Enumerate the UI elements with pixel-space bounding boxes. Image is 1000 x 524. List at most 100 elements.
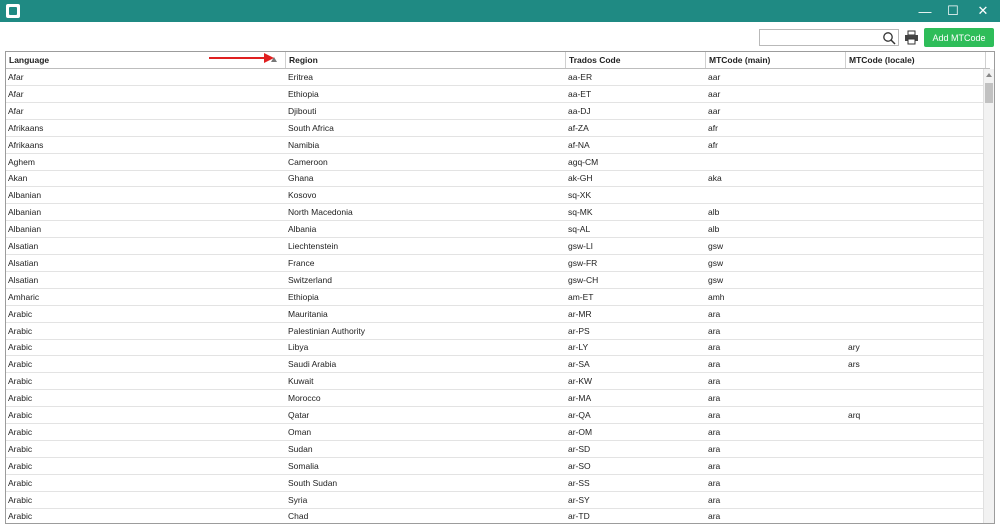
cell-language: Aghem — [8, 156, 35, 167]
cell-mtcode-locale — [846, 221, 848, 237]
table-row[interactable]: Alsatian Liechtenstein gsw-LI gsw — [6, 238, 986, 255]
cell-mtcode-locale — [846, 255, 848, 271]
cell-region: Somalia — [288, 460, 319, 471]
cell-language: Afar — [8, 72, 24, 82]
cell-mtcode-locale — [846, 69, 848, 85]
column-header-mtcode-locale[interactable]: MTCode (locale) — [846, 52, 986, 68]
cell-trados-code: gsw-CH — [568, 274, 599, 285]
table-row[interactable]: Albanian North Macedonia sq-MK alb — [6, 204, 986, 222]
cell-mtcode-locale — [846, 154, 848, 170]
table-row[interactable]: Afar Ethiopia aa-ET aar — [6, 86, 986, 103]
table-row[interactable]: Amharic Ethiopia am-ET amh — [6, 289, 986, 306]
table-row[interactable]: Arabic South Sudan ar-SS ara — [6, 475, 986, 492]
cell-language: Albanian — [8, 190, 42, 201]
cell-language: Afar — [8, 105, 24, 116]
cell-region: Cameroon — [288, 156, 328, 167]
table-row[interactable]: Arabic Sudan ar-SD ara — [6, 441, 986, 458]
cell-language: Arabic — [8, 494, 33, 505]
table-row[interactable]: Aghem Cameroon agq-CM — [6, 154, 986, 171]
cell-mtcode-locale — [846, 306, 848, 322]
cell-language: Arabic — [8, 342, 33, 353]
cell-language: Arabic — [8, 393, 33, 404]
column-header-trados-code[interactable]: Trados Code — [566, 52, 706, 68]
cell-language: Alsatian — [8, 257, 39, 268]
table-row[interactable]: Afar Eritrea aa-ER aar — [6, 69, 986, 86]
cell-mtcode-locale — [846, 441, 848, 457]
cell-region: Mauritania — [288, 308, 328, 319]
table-row[interactable]: Arabic Syria ar-SY ara — [6, 492, 986, 509]
cell-region: Qatar — [288, 410, 310, 420]
cell-region: Morocco — [288, 393, 321, 404]
cell-language: Akan — [8, 173, 28, 184]
cell-region: Oman — [288, 426, 312, 437]
cell-region: South Africa — [288, 122, 334, 133]
search-icon[interactable] — [882, 31, 896, 45]
cell-trados-code: ar-KW — [568, 376, 593, 387]
cell-mtcode-main — [706, 154, 708, 170]
cell-region: Ethiopia — [288, 88, 319, 99]
table-row[interactable]: Alsatian France gsw-FR gsw — [6, 255, 986, 272]
table-row[interactable]: Albanian Kosovo sq-XK — [6, 187, 986, 205]
toolbar: Add MTCode — [0, 22, 1000, 50]
maximize-button[interactable]: ☐ — [938, 0, 968, 22]
search-input[interactable] — [759, 29, 899, 46]
table-row[interactable]: Arabic Mauritania ar-MR ara — [6, 306, 986, 323]
cell-mtcode-locale — [846, 137, 848, 153]
cell-region: Libya — [288, 342, 309, 353]
cell-mtcode-main: ara — [708, 393, 721, 404]
cell-language: Arabic — [8, 443, 33, 454]
grid-header: Language Region Trados Code MTCode (main… — [6, 52, 990, 69]
column-header-mtcode-main[interactable]: MTCode (main) — [706, 52, 846, 68]
cell-region: Syria — [288, 494, 308, 505]
cell-language: Amharic — [8, 291, 40, 302]
cell-trados-code: sq-XK — [568, 190, 592, 201]
cell-region: Albania — [288, 224, 317, 235]
cell-language: Afar — [8, 88, 24, 99]
cell-trados-code: aa-ET — [568, 88, 592, 99]
cell-language: Arabic — [8, 477, 33, 488]
cell-mtcode-main: ara — [708, 325, 721, 336]
cell-mtcode-main: ara — [708, 342, 721, 353]
minimize-button[interactable]: — — [910, 0, 940, 22]
cell-mtcode-locale — [846, 289, 848, 305]
scroll-thumb[interactable] — [985, 83, 993, 103]
table-row[interactable]: Arabic Libya ar-LY ara ary — [6, 339, 986, 357]
table-row[interactable]: Arabic Chad ar-TD ara — [6, 508, 986, 523]
cell-mtcode-locale — [846, 508, 848, 523]
table-row[interactable]: Arabic Kuwait ar-KW ara — [6, 373, 986, 391]
cell-language: Alsatian — [8, 274, 39, 285]
table-row[interactable]: Afrikaans South Africa af-ZA afr — [6, 120, 986, 137]
table-row[interactable]: Alsatian Switzerland gsw-CH gsw — [6, 272, 986, 289]
app-icon — [6, 4, 20, 18]
table-row[interactable]: Albanian Albania sq-AL alb — [6, 221, 986, 239]
cell-trados-code: ar-OM — [568, 426, 593, 437]
close-button[interactable]: ✕ — [968, 0, 998, 22]
cell-mtcode-locale — [846, 272, 848, 288]
table-row[interactable]: Arabic Qatar ar-QA ara arq — [6, 407, 986, 424]
cell-language: Albanian — [8, 224, 42, 235]
table-row[interactable]: Akan Ghana ak-GH aka — [6, 170, 986, 188]
table-row[interactable]: Arabic Saudi Arabia ar-SA ara ars — [6, 356, 986, 374]
add-mtcode-button[interactable]: Add MTCode — [924, 28, 994, 47]
cell-mtcode-main: ara — [708, 511, 721, 522]
cell-mtcode-main: ara — [708, 443, 721, 454]
print-icon[interactable] — [904, 30, 919, 45]
table-row[interactable]: Arabic Somalia ar-SO ara — [6, 458, 986, 475]
table-row[interactable]: Arabic Oman ar-OM ara — [6, 424, 986, 441]
table-row[interactable]: Afar Djibouti aa-DJ aar — [6, 103, 986, 120]
column-header-region[interactable]: Region — [286, 52, 566, 68]
cell-trados-code: aa-DJ — [568, 105, 591, 116]
cell-language: Afrikaans — [8, 122, 44, 133]
cell-trados-code: ar-MR — [568, 308, 592, 319]
vertical-scrollbar[interactable] — [983, 69, 994, 523]
cell-trados-code: sq-MK — [568, 207, 593, 218]
cell-region: Palestinian Authority — [288, 325, 366, 336]
table-row[interactable]: Arabic Palestinian Authority ar-PS ara — [6, 323, 986, 340]
table-row[interactable]: Arabic Morocco ar-MA ara — [6, 390, 986, 408]
scroll-up-icon[interactable] — [986, 73, 992, 77]
table-row[interactable]: Afrikaans Namibia af-NA afr — [6, 137, 986, 154]
cell-region: Sudan — [288, 443, 313, 454]
cell-language: Arabic — [8, 325, 33, 336]
cell-trados-code: ar-QA — [568, 410, 591, 420]
annotation-arrow-icon — [209, 53, 274, 63]
